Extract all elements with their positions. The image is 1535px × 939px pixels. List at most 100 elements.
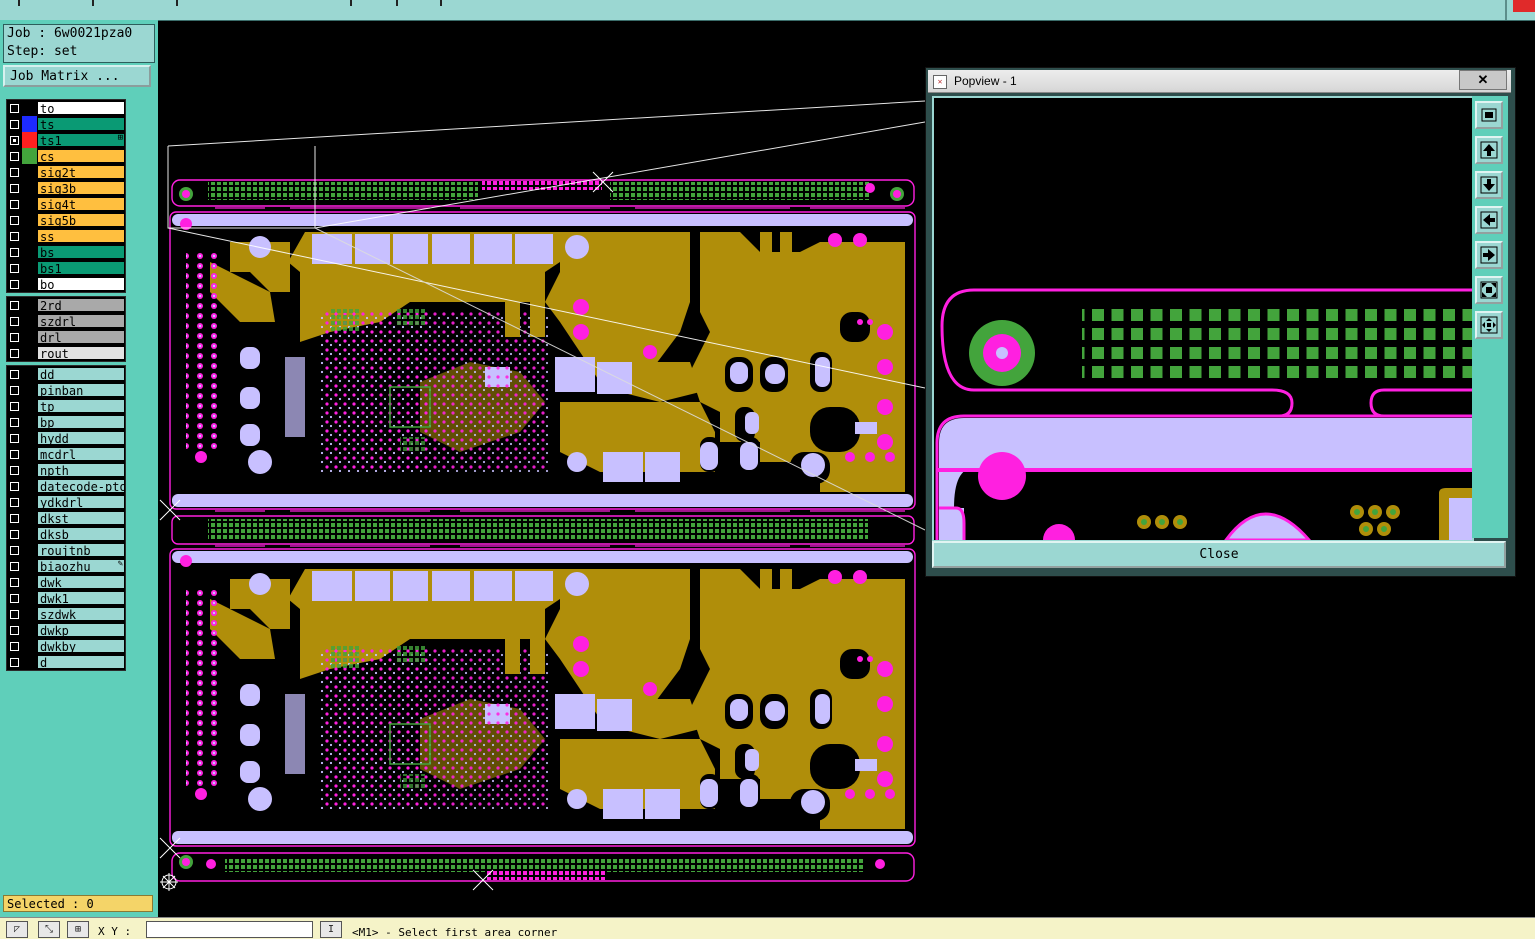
layer-name[interactable]: pinban xyxy=(37,383,125,397)
layer-name[interactable]: dkst xyxy=(37,511,125,525)
cross-mode-icon[interactable]: ⤡ xyxy=(38,921,60,938)
layer-color-swatch[interactable] xyxy=(22,100,37,116)
toolbar-handle[interactable] xyxy=(396,0,412,6)
layer-checkbox[interactable] xyxy=(10,385,19,395)
layer-name[interactable]: biaozhu xyxy=(37,559,125,573)
layer-checkbox[interactable] xyxy=(10,561,19,571)
toolbar-handle[interactable] xyxy=(440,0,456,6)
layer-color-swatch[interactable] xyxy=(22,244,37,260)
layer-name[interactable]: dwkp xyxy=(37,623,125,637)
layer-color-swatch[interactable] xyxy=(22,510,37,526)
layer-name[interactable]: sig2t xyxy=(37,165,125,179)
layer-checkbox[interactable] xyxy=(10,369,19,379)
select-mode-icon[interactable]: ◸ xyxy=(6,921,28,938)
toolbar-handle[interactable] xyxy=(18,0,34,6)
layer-row[interactable]: mcdrl xyxy=(7,446,125,462)
layer-row[interactable]: bp xyxy=(7,414,125,430)
layer-name[interactable]: npth xyxy=(37,463,125,477)
layer-checkbox[interactable] xyxy=(10,316,19,326)
layer-row[interactable]: hydd xyxy=(7,430,125,446)
layer-name[interactable]: bs xyxy=(37,245,125,259)
layer-name[interactable]: roujtnb xyxy=(37,543,125,557)
layer-row[interactable]: bo xyxy=(7,276,125,292)
pan-up-icon[interactable] xyxy=(1475,136,1503,164)
layer-row[interactable]: sig2t xyxy=(7,164,125,180)
layer-name[interactable]: drl xyxy=(37,330,125,344)
layer-color-swatch[interactable] xyxy=(22,366,37,382)
layer-row[interactable]: biaozhu ✎ xyxy=(7,558,125,574)
layer-checkbox[interactable] xyxy=(10,417,19,427)
layer-name[interactable]: sig5b xyxy=(37,213,125,227)
layer-row[interactable]: 2rd xyxy=(7,297,125,313)
zoom-in-icon[interactable] xyxy=(1475,311,1503,339)
layer-color-swatch[interactable] xyxy=(22,590,37,606)
layer-color-swatch[interactable] xyxy=(22,494,37,510)
layer-color-swatch[interactable] xyxy=(22,462,37,478)
layer-row[interactable]: roujtnb xyxy=(7,542,125,558)
layer-row[interactable]: sig4t xyxy=(7,196,125,212)
toolbar-handle[interactable] xyxy=(176,0,192,6)
layer-color-swatch[interactable] xyxy=(22,132,37,148)
layer-row[interactable]: cs xyxy=(7,148,125,164)
layer-color-swatch[interactable] xyxy=(22,526,37,542)
layer-row[interactable]: dwkp xyxy=(7,622,125,638)
layer-checkbox[interactable] xyxy=(10,513,19,523)
layer-checkbox[interactable] xyxy=(10,247,19,257)
layer-checkbox[interactable] xyxy=(10,593,19,603)
layer-color-swatch[interactable] xyxy=(22,297,37,313)
layer-name[interactable]: ydkdrl xyxy=(37,495,125,509)
coordinate-input[interactable] xyxy=(146,921,313,938)
layer-row[interactable]: sig3b xyxy=(7,180,125,196)
layer-color-swatch[interactable] xyxy=(22,542,37,558)
layer-color-swatch[interactable] xyxy=(22,638,37,654)
layer-checkbox[interactable] xyxy=(10,609,19,619)
layer-name[interactable]: to xyxy=(37,101,125,115)
close-icon[interactable]: ✕ xyxy=(1459,70,1507,90)
layer-row[interactable]: datecode-pto xyxy=(7,478,125,494)
layer-color-swatch[interactable] xyxy=(22,212,37,228)
layer-color-swatch[interactable] xyxy=(22,180,37,196)
zoom-home-icon[interactable] xyxy=(1475,101,1503,129)
layer-name[interactable]: mcdrl xyxy=(37,447,125,461)
layer-row[interactable]: rout xyxy=(7,345,125,361)
layer-color-swatch[interactable] xyxy=(22,574,37,590)
layer-checkbox[interactable] xyxy=(10,545,19,555)
popview-close-button[interactable]: Close xyxy=(932,541,1506,568)
layer-color-swatch[interactable] xyxy=(22,164,37,180)
layer-checkbox[interactable] xyxy=(10,497,19,507)
layer-color-swatch[interactable] xyxy=(22,382,37,398)
layer-row[interactable]: dd xyxy=(7,366,125,382)
layer-checkbox[interactable] xyxy=(10,279,19,289)
layer-color-swatch[interactable] xyxy=(22,116,37,132)
layer-row[interactable]: sig5b xyxy=(7,212,125,228)
layer-checkbox[interactable] xyxy=(10,433,19,443)
layer-color-swatch[interactable] xyxy=(22,654,37,670)
layer-checkbox[interactable] xyxy=(10,465,19,475)
layer-row[interactable]: tp xyxy=(7,398,125,414)
layer-color-swatch[interactable] xyxy=(22,260,37,276)
layer-checkbox[interactable] xyxy=(10,199,19,209)
layer-color-swatch[interactable] xyxy=(22,276,37,292)
layer-checkbox[interactable] xyxy=(10,300,19,310)
layer-color-swatch[interactable] xyxy=(22,329,37,345)
pan-left-icon[interactable] xyxy=(1475,206,1503,234)
layer-row[interactable]: dksb xyxy=(7,526,125,542)
layer-name[interactable]: bo xyxy=(37,277,125,291)
layer-checkbox[interactable] xyxy=(10,119,19,129)
layer-name[interactable]: dwk xyxy=(37,575,125,589)
layer-row[interactable]: szdwk xyxy=(7,606,125,622)
layer-color-swatch[interactable] xyxy=(22,313,37,329)
layer-checkbox[interactable] xyxy=(10,263,19,273)
layer-name[interactable]: 2rd xyxy=(37,298,125,312)
layer-checkbox[interactable] xyxy=(10,215,19,225)
layer-checkbox[interactable] xyxy=(10,348,19,358)
layer-row[interactable]: ss xyxy=(7,228,125,244)
layer-name[interactable]: d xyxy=(37,655,125,669)
layer-row[interactable]: dwkby xyxy=(7,638,125,654)
grid-snap-icon[interactable]: ⊞ xyxy=(67,921,89,938)
layer-name[interactable]: ss xyxy=(37,229,125,243)
layer-checkbox[interactable] xyxy=(10,103,19,113)
layer-color-swatch[interactable] xyxy=(22,478,37,494)
layer-row[interactable]: pinban xyxy=(7,382,125,398)
layer-checkbox[interactable] xyxy=(10,577,19,587)
